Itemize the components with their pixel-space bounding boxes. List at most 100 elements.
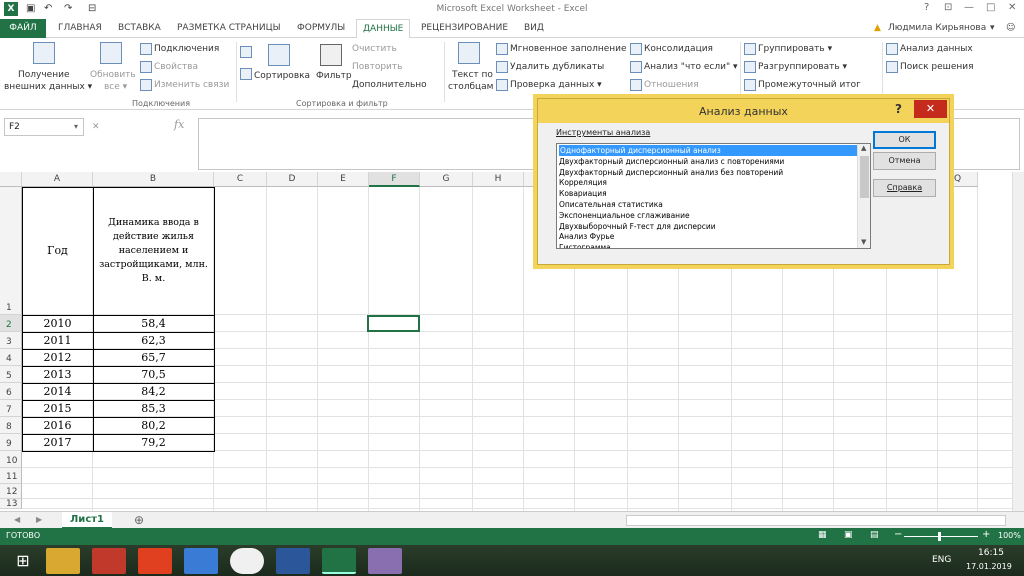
column-header-g[interactable]: G <box>420 172 473 187</box>
dialog-help-icon[interactable]: ? <box>895 102 902 116</box>
sort-az-icon[interactable] <box>240 46 252 58</box>
what-if-button[interactable]: Анализ "что если" ▾ <box>644 62 737 72</box>
value-cell[interactable]: 79,2 <box>93 436 214 450</box>
yandex-browser-icon[interactable] <box>230 548 264 574</box>
row-header-13[interactable]: 13 <box>0 499 22 509</box>
cancel-icon[interactable]: ✕ <box>92 122 100 132</box>
clock-time[interactable]: 16:15 <box>978 548 1004 558</box>
reapply-button[interactable]: Повторить <box>352 62 402 72</box>
data-analysis-button[interactable]: Анализ данных <box>900 44 973 54</box>
analysis-tool-item[interactable]: Двухвыборочный F-тест для дисперсии <box>559 221 716 232</box>
year-cell[interactable]: 2010 <box>22 317 93 331</box>
yandex-icon[interactable] <box>138 548 172 574</box>
year-cell[interactable]: 2013 <box>22 368 93 382</box>
help-button[interactable]: Справка <box>873 179 936 197</box>
zoom-out-icon[interactable]: − <box>894 529 902 540</box>
get-external-data-label-1[interactable]: Получение <box>18 70 69 80</box>
value-cell[interactable]: 85,3 <box>93 402 214 416</box>
help-icon[interactable]: ? <box>924 2 929 13</box>
add-sheet-icon[interactable]: ⊕ <box>134 513 144 527</box>
tab-formulas[interactable]: ФОРМУЛЫ <box>297 23 345 33</box>
sort-button[interactable]: Сортировка <box>254 71 310 81</box>
media-player-icon[interactable] <box>184 548 218 574</box>
group-button[interactable]: Группировать ▾ <box>758 44 832 54</box>
year-cell[interactable]: 2014 <box>22 385 93 399</box>
row-header-5[interactable]: 5 <box>0 366 22 383</box>
active-cell-f2[interactable] <box>367 315 420 332</box>
column-header-e[interactable]: E <box>318 172 369 187</box>
file-explorer-icon[interactable] <box>46 548 80 574</box>
user-name[interactable]: Людмила Кирьянова <box>888 23 986 33</box>
refresh-all-label-1[interactable]: Обновить <box>90 70 136 80</box>
row-header-4[interactable]: 4 <box>0 349 22 366</box>
minimize-button[interactable]: — <box>964 2 974 13</box>
column-header-c[interactable]: C <box>214 172 267 187</box>
tab-page-layout[interactable]: РАЗМЕТКА СТРАНИЦЫ <box>177 23 281 33</box>
page-break-view-icon[interactable]: ▤ <box>870 530 879 540</box>
vertical-scrollbar[interactable] <box>1012 172 1024 512</box>
row-header-1[interactable]: 1 <box>0 187 22 315</box>
properties-button[interactable]: Свойства <box>154 62 198 72</box>
refresh-all-label-2[interactable]: все ▾ <box>104 82 127 92</box>
name-box-dropdown-icon[interactable]: ▾ <box>74 122 78 131</box>
connections-button[interactable]: Подключения <box>154 44 219 54</box>
year-cell[interactable]: 2016 <box>22 419 93 433</box>
value-cell[interactable]: 62,3 <box>93 334 214 348</box>
column-header-h[interactable]: H <box>473 172 524 187</box>
flash-fill-button[interactable]: Мгновенное заполнение <box>510 44 627 54</box>
value-cell[interactable]: 65,7 <box>93 351 214 365</box>
page-layout-view-icon[interactable]: ▣ <box>844 530 853 540</box>
value-cell[interactable]: 70,5 <box>93 368 214 382</box>
analysis-tool-item[interactable]: Ковариация <box>559 188 607 199</box>
scroll-down-icon[interactable]: ▼ <box>861 238 866 246</box>
ribbon-display-icon[interactable]: ⊡ <box>944 2 952 13</box>
pdf-reader-icon[interactable] <box>92 548 126 574</box>
consolidate-button[interactable]: Консолидация <box>644 44 713 54</box>
row-header-10[interactable]: 10 <box>0 451 22 468</box>
analysis-tool-item[interactable]: Описательная статистика <box>559 199 663 210</box>
zoom-level[interactable]: 100% <box>998 531 1021 540</box>
analysis-tool-item[interactable]: Экспоненциальное сглаживание <box>559 210 690 221</box>
relationships-button[interactable]: Отношения <box>644 80 699 90</box>
text-to-columns-label-2[interactable]: столбцам <box>448 82 493 92</box>
start-icon[interactable]: ⊞ <box>6 548 40 574</box>
tab-data[interactable]: ДАННЫЕ <box>356 19 411 39</box>
row-header-7[interactable]: 7 <box>0 400 22 417</box>
subtotal-button[interactable]: Промежуточный итог <box>758 80 861 90</box>
paint-icon[interactable] <box>368 548 402 574</box>
excel-taskbar-icon[interactable] <box>322 548 356 574</box>
name-box[interactable]: F2 <box>4 118 84 136</box>
tab-view[interactable]: ВИД <box>524 23 544 33</box>
advanced-button[interactable]: Дополнительно <box>352 80 427 90</box>
horizontal-scrollbar[interactable] <box>626 515 1006 526</box>
list-scrollbar[interactable]: ▲ ▼ <box>857 144 870 248</box>
word-icon[interactable] <box>276 548 310 574</box>
row-header-3[interactable]: 3 <box>0 332 22 349</box>
tab-insert[interactable]: ВСТАВКА <box>118 23 161 33</box>
clock-date[interactable]: 17.01.2019 <box>966 562 1012 571</box>
scroll-thumb[interactable] <box>860 156 869 198</box>
row-header-12[interactable]: 12 <box>0 484 22 499</box>
column-header-a[interactable]: A <box>22 172 93 187</box>
edit-links-button[interactable]: Изменить связи <box>154 80 229 90</box>
year-cell[interactable]: 2017 <box>22 436 93 450</box>
normal-view-icon[interactable]: ▦ <box>818 530 827 540</box>
row-header-2[interactable]: 2 <box>0 315 22 332</box>
row-header-8[interactable]: 8 <box>0 417 22 434</box>
clear-button[interactable]: Очистить <box>352 44 397 54</box>
value-cell[interactable]: 80,2 <box>93 419 214 433</box>
zoom-in-icon[interactable]: + <box>982 529 990 540</box>
sort-za-icon[interactable] <box>240 68 252 80</box>
function-icon[interactable]: fx <box>174 118 184 131</box>
header-value-cell[interactable]: Динамика ввода в действие жилья населени… <box>97 216 210 296</box>
analysis-tool-item[interactable]: Однофакторный дисперсионный анализ <box>559 145 857 156</box>
chevron-down-icon[interactable]: ▾ <box>990 23 995 33</box>
zoom-slider[interactable] <box>904 536 978 537</box>
ungroup-button[interactable]: Разгруппировать ▾ <box>758 62 847 72</box>
value-cell[interactable]: 84,2 <box>93 385 214 399</box>
row-header-11[interactable]: 11 <box>0 468 22 484</box>
column-header-f[interactable]: F <box>369 172 420 187</box>
cancel-button[interactable]: Отмена <box>873 152 936 170</box>
column-header-d[interactable]: D <box>267 172 318 187</box>
header-year-cell[interactable]: Год <box>22 244 93 258</box>
